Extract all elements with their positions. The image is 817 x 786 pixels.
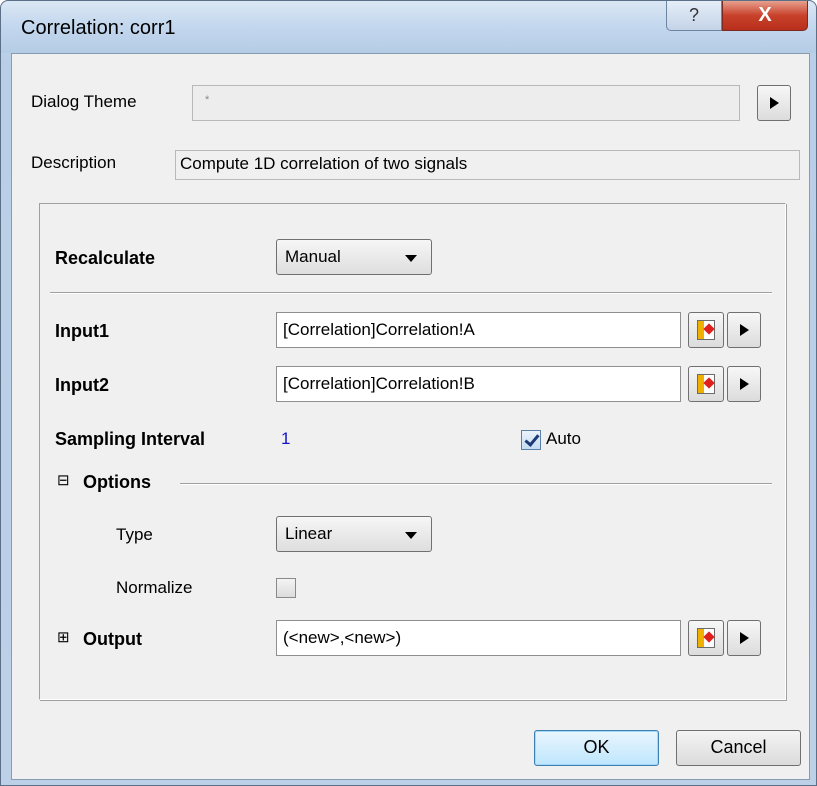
input1-arrow-button[interactable] xyxy=(727,312,761,348)
settings-panel: Recalculate Manual Input1 [Correlation]C… xyxy=(39,203,786,700)
recalculate-value: Manual xyxy=(285,247,341,266)
auto-checkbox[interactable] xyxy=(521,430,541,450)
type-dropdown[interactable]: Linear xyxy=(276,516,432,552)
recalculate-dropdown[interactable]: Manual xyxy=(276,239,432,275)
output-arrow-button[interactable] xyxy=(727,620,761,656)
options-label: Options xyxy=(83,472,151,492)
normalize-label: Normalize xyxy=(116,578,193,597)
options-collapse-icon[interactable]: ⊟ xyxy=(57,471,70,489)
output-label: Output xyxy=(83,629,142,649)
dialog-theme-field[interactable]: * xyxy=(192,85,740,121)
options-divider xyxy=(180,483,772,485)
input1-field[interactable]: [Correlation]Correlation!A xyxy=(276,312,681,348)
recalculate-label: Recalculate xyxy=(55,248,156,268)
chevron-down-icon xyxy=(405,532,417,539)
sampling-interval-value: 1 xyxy=(281,429,291,448)
output-select-range-button[interactable] xyxy=(688,620,724,656)
output-expand-icon[interactable]: ⊞ xyxy=(57,628,70,646)
cancel-button[interactable]: Cancel xyxy=(676,730,801,766)
input2-arrow-button[interactable] xyxy=(727,366,761,402)
description-label: Description xyxy=(31,153,117,172)
auto-label: Auto xyxy=(546,429,581,448)
description-field: Compute 1D correlation of two signals xyxy=(175,150,800,180)
window-title: Correlation: corr1 xyxy=(21,17,176,39)
help-button[interactable]: ? xyxy=(666,1,722,31)
title-bar[interactable]: Correlation: corr1 ? X xyxy=(1,1,816,53)
input1-select-range-button[interactable] xyxy=(688,312,724,348)
worksheet-select-icon xyxy=(697,320,715,340)
ok-button[interactable]: OK xyxy=(534,730,659,766)
divider xyxy=(50,292,772,294)
close-button[interactable]: X xyxy=(722,1,808,31)
dialog-theme-arrow-button[interactable] xyxy=(757,85,791,121)
dialog-body: Dialog Theme * Description Compute 1D co… xyxy=(11,53,810,780)
type-label: Type xyxy=(116,525,153,544)
input2-field[interactable]: [Correlation]Correlation!B xyxy=(276,366,681,402)
dialog-theme-label: Dialog Theme xyxy=(31,92,137,111)
dialog-window: Correlation: corr1 ? X Dialog Theme * De… xyxy=(0,0,817,786)
sampling-interval-label: Sampling Interval xyxy=(55,429,206,449)
input2-label: Input2 xyxy=(55,375,109,395)
normalize-checkbox[interactable] xyxy=(276,578,296,598)
worksheet-select-icon xyxy=(697,374,715,394)
input1-label: Input1 xyxy=(55,321,109,341)
input2-select-range-button[interactable] xyxy=(688,366,724,402)
chevron-down-icon xyxy=(405,255,417,262)
worksheet-select-icon xyxy=(697,628,715,648)
output-field[interactable]: (<new>,<new>) xyxy=(276,620,681,656)
type-value: Linear xyxy=(285,524,333,543)
